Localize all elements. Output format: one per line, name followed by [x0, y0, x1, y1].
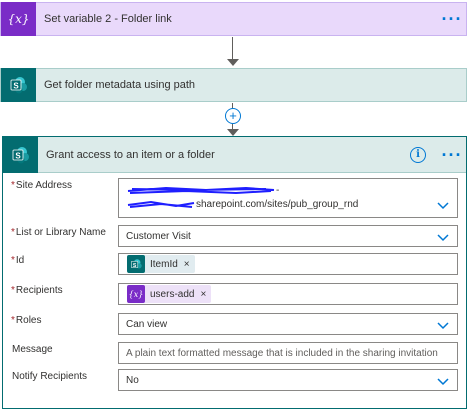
id-label: *Id: [11, 255, 25, 266]
message-placeholder: A plain text formatted message that is i…: [126, 347, 438, 359]
id-input[interactable]: S ItemId ×: [118, 253, 458, 275]
connector-arrow: [227, 129, 239, 136]
notify-dropdown[interactable]: No: [118, 369, 458, 391]
site-address-row: *Site Address - sharepoint.com/sites/pub…: [11, 178, 459, 218]
message-row: Message A plain text formatted message t…: [11, 342, 459, 364]
get-folder-metadata-step[interactable]: S Get folder metadata using path: [0, 68, 467, 102]
connector-arrow: [227, 59, 239, 66]
svg-text:S: S: [13, 82, 19, 91]
list-name-value: Customer Visit: [126, 230, 191, 242]
connector-line: [232, 37, 233, 59]
site-address-line1-suffix: -: [276, 185, 280, 196]
site-address-label: *Site Address: [11, 180, 73, 191]
svg-text:S: S: [15, 151, 21, 160]
more-options-icon[interactable]: ···: [438, 146, 466, 164]
chevron-down-icon[interactable]: [437, 319, 449, 331]
variable-icon: {x}: [127, 285, 145, 303]
roles-label: *Roles: [11, 315, 42, 326]
chevron-down-icon[interactable]: [437, 199, 449, 211]
more-options-icon[interactable]: ···: [438, 10, 466, 28]
id-row: *Id S ItemId ×: [11, 253, 459, 275]
set-variable-step[interactable]: {x} Set variable 2 - Folder link ···: [0, 2, 467, 36]
recipients-label: *Recipients: [11, 285, 63, 296]
recipients-row: *Recipients {x} users-add ×: [11, 283, 459, 305]
itemid-token-label: ItemId: [150, 258, 178, 270]
roles-dropdown[interactable]: Can view: [118, 313, 458, 335]
svg-text:S: S: [132, 262, 136, 268]
itemid-token[interactable]: S ItemId ×: [127, 255, 195, 273]
grant-access-title[interactable]: Grant access to an item or a folder: [38, 149, 410, 161]
chevron-down-icon[interactable]: [437, 231, 449, 243]
grant-access-card: S Grant access to an item or a folder i …: [2, 136, 467, 409]
remove-token-icon[interactable]: ×: [184, 259, 190, 270]
notify-value: No: [126, 374, 139, 386]
chevron-down-icon[interactable]: [437, 375, 449, 387]
sharepoint-icon: S: [3, 136, 38, 173]
message-label: Message: [12, 344, 53, 355]
notify-label: Notify Recipients: [12, 371, 88, 382]
get-folder-metadata-title[interactable]: Get folder metadata using path: [36, 79, 466, 91]
remove-token-icon[interactable]: ×: [200, 289, 206, 300]
add-step-button[interactable]: +: [225, 108, 241, 124]
info-icon[interactable]: i: [410, 146, 426, 163]
site-address-combobox[interactable]: - sharepoint.com/sites/pub_group_rnd: [118, 178, 458, 218]
sharepoint-icon: S: [1, 68, 36, 102]
users-add-token[interactable]: {x} users-add ×: [127, 285, 212, 303]
users-add-token-label: users-add: [150, 288, 195, 300]
list-name-row: *List or Library Name Customer Visit: [11, 225, 459, 247]
redaction-scribble: [127, 200, 195, 208]
roles-value: Can view: [126, 318, 168, 330]
list-name-dropdown[interactable]: Customer Visit: [118, 225, 458, 247]
recipients-input[interactable]: {x} users-add ×: [118, 283, 458, 305]
sharepoint-icon: S: [127, 255, 145, 273]
roles-row: *Roles Can view: [11, 313, 459, 335]
variable-icon: {x}: [1, 2, 36, 36]
message-input[interactable]: A plain text formatted message that is i…: [118, 342, 458, 364]
redaction-scribble: [127, 186, 275, 195]
notify-row: Notify Recipients No: [11, 369, 459, 391]
grant-access-header[interactable]: S Grant access to an item or a folder i …: [3, 136, 466, 173]
site-address-value: sharepoint.com/sites/pub_group_rnd: [196, 199, 359, 210]
list-name-label: *List or Library Name: [11, 227, 106, 238]
set-variable-title[interactable]: Set variable 2 - Folder link: [36, 13, 438, 25]
